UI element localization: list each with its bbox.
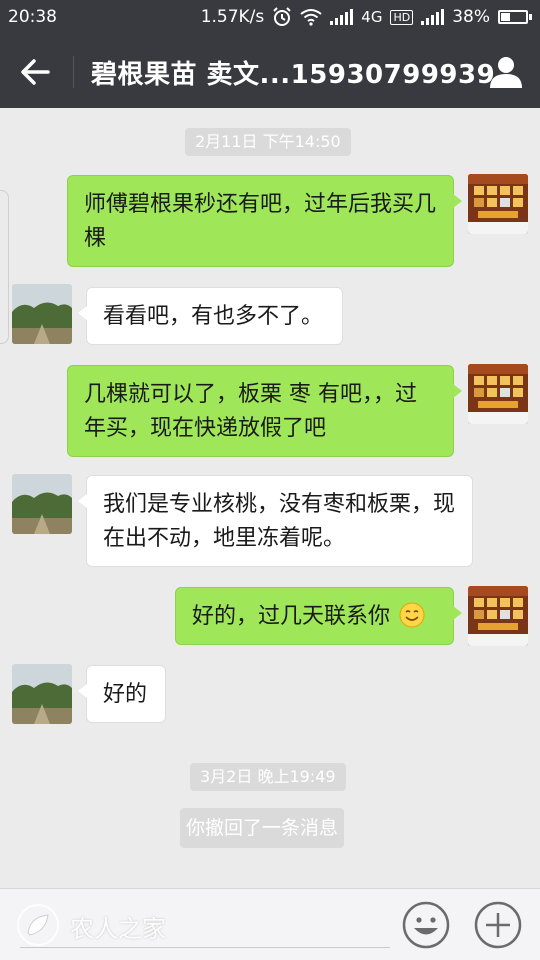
avatar-self[interactable] bbox=[468, 174, 528, 234]
message-bubble-incoming[interactable]: 好的 bbox=[78, 665, 166, 723]
message-bubble-outgoing[interactable]: 好的，过几天联系你 bbox=[175, 587, 462, 645]
plus-circle-icon bbox=[474, 901, 522, 949]
chat-title: 碧根果苗 卖文...15930799939 bbox=[91, 60, 496, 90]
back-button[interactable] bbox=[14, 52, 58, 92]
wifi-icon bbox=[300, 9, 322, 26]
signal-bars-icon bbox=[330, 9, 354, 25]
avatar-self-image bbox=[468, 364, 528, 424]
alarm-icon bbox=[273, 7, 291, 26]
leaf-logo-icon bbox=[17, 904, 59, 946]
smile-emoji-icon bbox=[399, 602, 425, 628]
timestamp-chip: 2月11日 下午14:50 bbox=[185, 128, 351, 156]
avatar-self-image bbox=[468, 174, 528, 234]
timestamp-chip: 3月2日 晚上19:49 bbox=[190, 763, 346, 791]
recall-notice: 你撤回了一条消息 bbox=[180, 808, 345, 848]
watermark-text: 农人之家 bbox=[70, 915, 166, 943]
chat-screen: 20:38 1.57K/s 4G HD 38% 碧根果苗 卖文...159307… bbox=[0, 0, 540, 960]
title-divider bbox=[73, 56, 74, 88]
network-type: 4G bbox=[361, 8, 383, 26]
message-input[interactable] bbox=[20, 947, 390, 948]
message-bubble-incoming[interactable]: 我们是专业核桃，没有枣和板栗，现在出不动，地里冻着呢。 bbox=[78, 475, 473, 567]
arrow-left-icon bbox=[21, 59, 50, 85]
signal-bars-2-icon bbox=[421, 9, 445, 25]
net-speed: 1.57K/s bbox=[200, 7, 265, 27]
avatar-contact-image bbox=[12, 284, 72, 344]
status-time: 20:38 bbox=[8, 7, 57, 27]
avatar-contact[interactable] bbox=[12, 474, 72, 534]
avatar-self[interactable] bbox=[468, 364, 528, 424]
battery-icon bbox=[498, 10, 532, 24]
message-list[interactable]: 2月11日 下午14:50 师傅碧根果秒还有吧，过年后我买几棵 看看吧，有也多不… bbox=[0, 108, 540, 888]
message-text: 好的，过几天联系你 bbox=[192, 604, 391, 629]
avatar-self[interactable] bbox=[468, 586, 528, 646]
message-bubble-outgoing[interactable]: 师傅碧根果秒还有吧，过年后我买几棵 bbox=[67, 175, 462, 267]
person-icon bbox=[490, 57, 522, 88]
left-edge-handle[interactable] bbox=[0, 190, 9, 344]
message-bubble-incoming[interactable]: 看看吧，有也多不了。 bbox=[78, 287, 343, 345]
hd-badge: HD bbox=[390, 9, 414, 25]
message-bubble-outgoing[interactable]: 几棵就可以了，板栗 枣 有吧，，过年买，现在快递放假了吧 bbox=[67, 365, 462, 457]
smiley-face-icon bbox=[402, 901, 450, 949]
status-right: 1.57K/s 4G HD 38% bbox=[201, 7, 532, 27]
emoji-button[interactable] bbox=[402, 901, 450, 949]
avatar-self-image bbox=[468, 586, 528, 646]
avatar-contact-image bbox=[12, 664, 72, 724]
more-button[interactable] bbox=[474, 901, 522, 949]
battery-percent: 38% bbox=[452, 7, 490, 27]
avatar-contact[interactable] bbox=[12, 664, 72, 724]
input-bar: 农人之家 bbox=[0, 888, 540, 960]
watermark-logo: 农人之家 bbox=[16, 903, 186, 947]
chat-info-button[interactable] bbox=[486, 52, 526, 92]
avatar-contact[interactable] bbox=[12, 284, 72, 344]
avatar-contact-image bbox=[12, 474, 72, 534]
title-bar: 碧根果苗 卖文...15930799939 bbox=[0, 36, 540, 108]
status-bar: 20:38 1.57K/s 4G HD 38% bbox=[0, 0, 540, 36]
